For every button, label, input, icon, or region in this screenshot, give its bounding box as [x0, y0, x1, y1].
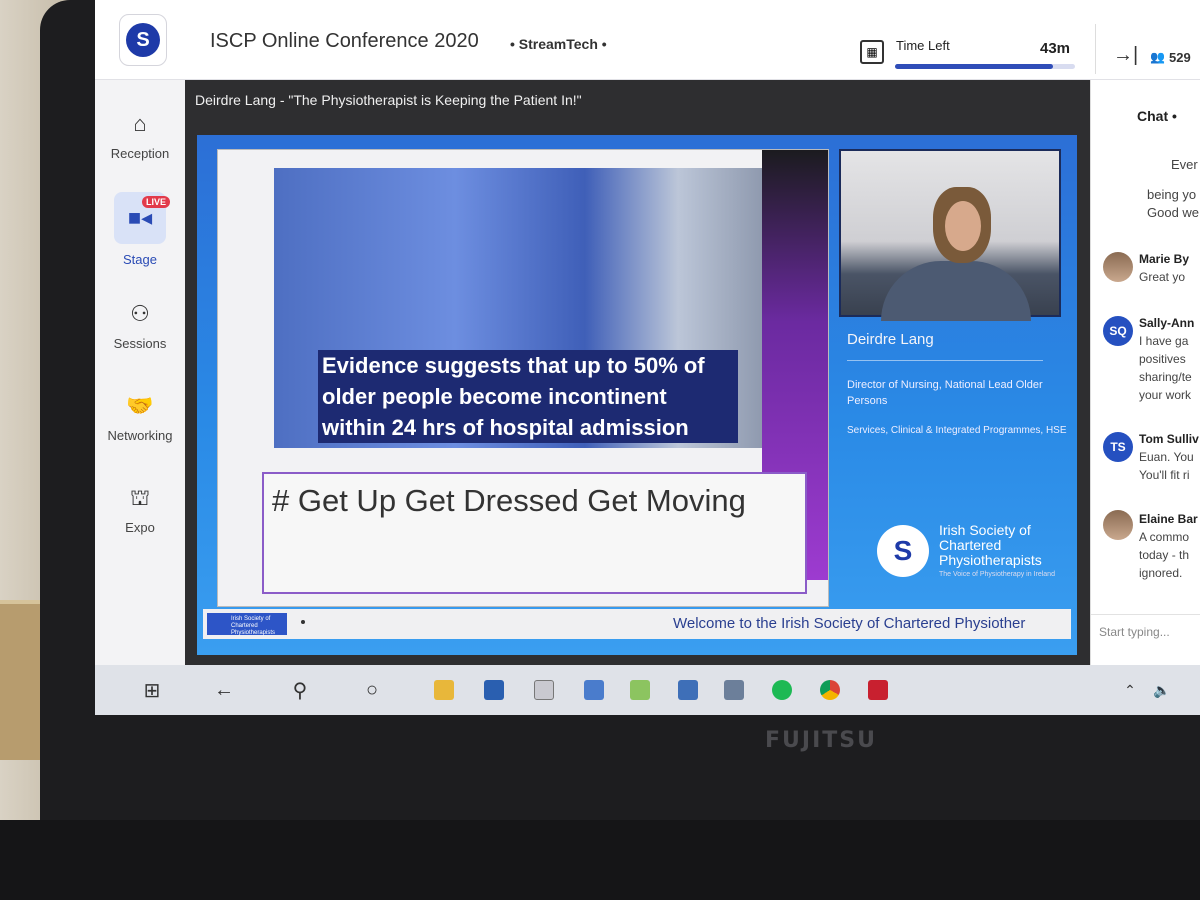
- powershell-icon[interactable]: [479, 675, 509, 705]
- video-player[interactable]: Evidence suggests that up to 50% of olde…: [197, 135, 1077, 655]
- camera-icon: ■◂: [127, 205, 153, 230]
- session-title: Deirdre Lang - "The Physiotherapist is K…: [195, 92, 582, 108]
- chat-message: Euan. You You'll fit ri: [1139, 450, 1194, 482]
- search-icon[interactable]: ⚲: [285, 675, 315, 705]
- speaker-divider: [847, 360, 1043, 361]
- speaker-video: [839, 149, 1061, 321]
- avatar[interactable]: TS: [1103, 432, 1133, 462]
- time-left-progress: [895, 64, 1075, 69]
- windows-taskbar: ⊞ ← ⚲ ○ ⌃ 🔈: [95, 665, 1200, 715]
- attendee-count[interactable]: 529: [1169, 50, 1191, 65]
- mcafee-icon[interactable]: [863, 675, 893, 705]
- header-divider: [1095, 24, 1096, 74]
- volume-icon[interactable]: 🔈: [1147, 675, 1177, 705]
- chat-message: Great yo: [1139, 270, 1186, 284]
- back-arrow-icon[interactable]: ←: [209, 675, 239, 705]
- calendar-icon[interactable]: ▦: [860, 40, 884, 64]
- windows-start-icon[interactable]: ⊞: [137, 675, 167, 705]
- notes-app-icon[interactable]: [625, 675, 655, 705]
- organizer-name[interactable]: • StreamTech •: [510, 36, 607, 52]
- event-logo-icon: S: [126, 23, 160, 57]
- sidebar-item-reception[interactable]: ⌂ Reception: [95, 110, 185, 161]
- remote-desktop-icon[interactable]: [579, 675, 609, 705]
- society-logo-tagline: The Voice of Physiotherapy in Ireland: [939, 571, 1055, 578]
- stage-icon-tile: ■◂ LIVE: [114, 192, 170, 244]
- ticker-dot: [301, 620, 305, 624]
- avatar[interactable]: [1103, 510, 1133, 540]
- society-logo-icon: S: [877, 525, 929, 577]
- booth-icon: ⛫: [129, 485, 151, 510]
- event-logo[interactable]: S: [119, 14, 167, 66]
- sidebar-item-sessions[interactable]: ⚇ Sessions: [95, 300, 185, 351]
- speaker-body-shape: [881, 261, 1031, 321]
- speaker-name: Deirdre Lang: [847, 331, 934, 348]
- laptop-screen: S ISCP Online Conference 2020 • StreamTe…: [95, 0, 1200, 715]
- chat-fragment: being yo: [1147, 187, 1197, 202]
- app-header: S ISCP Online Conference 2020 • StreamTe…: [95, 0, 1200, 80]
- handshake-icon: 🤝: [126, 393, 154, 418]
- sidebar-item-label: Sessions: [113, 336, 167, 351]
- live-badge: LIVE: [141, 196, 170, 208]
- spotify-icon[interactable]: [767, 675, 797, 705]
- chart-app-icon[interactable]: [529, 675, 559, 705]
- file-explorer-icon[interactable]: [429, 675, 459, 705]
- chrome-icon[interactable]: [815, 675, 845, 705]
- slide-evidence-text: Evidence suggests that up to 50% of olde…: [318, 350, 738, 443]
- speaker-face-shape: [945, 201, 981, 251]
- ticker-society-logo: Irish Society of Chartered Physiotherapi…: [207, 613, 287, 636]
- stage-area: Deirdre Lang - "The Physiotherapist is K…: [185, 80, 1090, 665]
- printer-app-icon[interactable]: [719, 675, 749, 705]
- welcome-ticker: Irish Society of Chartered Physiotherapi…: [203, 609, 1071, 639]
- laptop-brand-label: FUJITSU: [765, 728, 877, 753]
- people-icon[interactable]: 👥: [1150, 50, 1165, 64]
- sidebar-item-label: Stage: [123, 252, 157, 267]
- laptop-keyboard-edge: [0, 820, 1200, 900]
- avatar[interactable]: [1103, 252, 1133, 282]
- sidebar-item-stage[interactable]: ■◂ LIVE Stage: [95, 192, 185, 267]
- chat-fragment: Good we: [1147, 205, 1200, 220]
- chat-author[interactable]: Tom Sulliv: [1139, 432, 1199, 446]
- presentation-slide: Evidence suggests that up to 50% of olde…: [217, 149, 829, 607]
- slide-hashtag-text: # Get Up Get Dressed Get Moving: [262, 472, 807, 594]
- sidebar-item-label: Reception: [110, 146, 170, 161]
- chat-message: I have ga positives sharing/te your work: [1139, 334, 1192, 402]
- sidebar-item-label: Networking: [107, 428, 173, 443]
- chat-tab[interactable]: Chat •: [1137, 108, 1177, 124]
- sidebar-item-expo[interactable]: ⛫ Expo: [95, 484, 185, 535]
- home-icon: ⌂: [133, 111, 147, 136]
- chat-panel: Chat • Ever being yo Good we Marie By Gr…: [1090, 80, 1200, 665]
- group-table-icon: ⚇: [130, 301, 150, 326]
- ticker-text: Welcome to the Irish Society of Chartere…: [673, 615, 1026, 632]
- chat-author[interactable]: Sally-Ann: [1139, 316, 1194, 330]
- network-app-icon[interactable]: [673, 675, 703, 705]
- speaker-role: Director of Nursing, National Lead Older…: [847, 379, 1043, 407]
- society-logo-name: Irish Society of Chartered Physiotherapi…: [939, 522, 1042, 568]
- chat-input[interactable]: Start typing...: [1091, 614, 1200, 650]
- chat-fragment: Ever: [1171, 157, 1198, 172]
- time-left-progress-fill: [895, 64, 1054, 69]
- speaker-org: Services, Clinical & Integrated Programm…: [847, 425, 1067, 436]
- time-left-value: 43m: [1040, 40, 1071, 57]
- cortana-icon[interactable]: ○: [357, 675, 387, 705]
- sidebar-item-label: Expo: [125, 520, 155, 535]
- event-title: ISCP Online Conference 2020: [210, 30, 479, 52]
- exit-icon[interactable]: →|: [1113, 44, 1138, 67]
- sidebar-nav: ⌂ Reception ■◂ LIVE Stage ⚇ Sessions 🤝 N…: [95, 80, 185, 665]
- avatar[interactable]: SQ: [1103, 316, 1133, 346]
- chat-author[interactable]: Marie By: [1139, 252, 1189, 266]
- time-left-label: Time Left: [896, 38, 950, 53]
- sidebar-item-networking[interactable]: 🤝 Networking: [95, 392, 185, 443]
- chat-message: A commo today - th ignored.: [1139, 530, 1190, 580]
- chevron-up-icon[interactable]: ⌃: [1115, 675, 1145, 705]
- chat-author[interactable]: Elaine Bar: [1139, 512, 1198, 526]
